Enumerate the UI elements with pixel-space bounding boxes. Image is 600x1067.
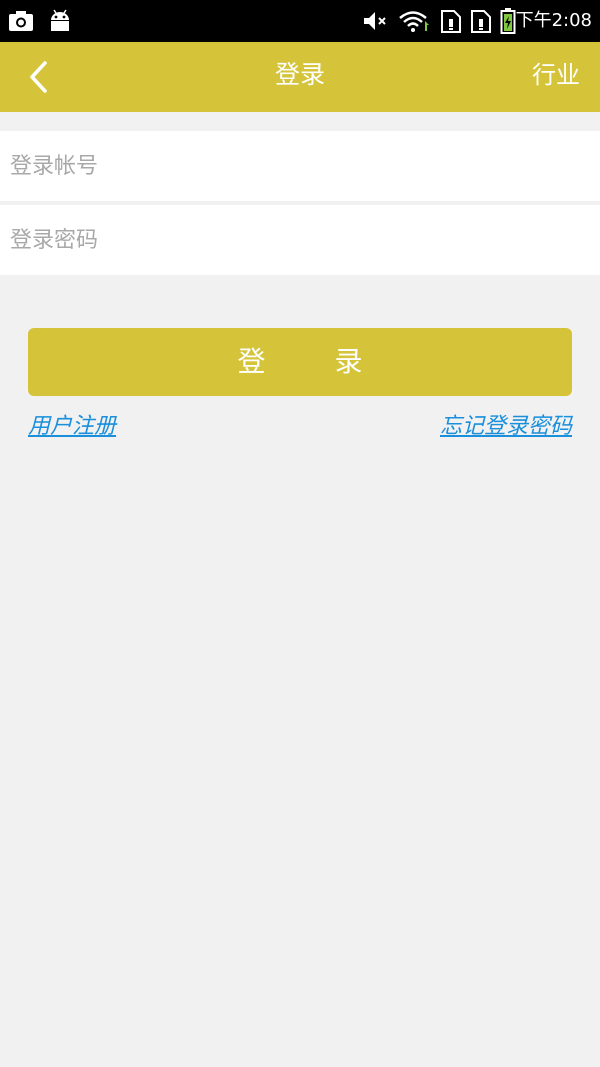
account-row <box>0 131 600 201</box>
status-bar: 下午2:08 <box>0 0 600 42</box>
account-input[interactable] <box>0 131 600 201</box>
back-button[interactable] <box>14 52 64 102</box>
login-button[interactable]: 登 录 <box>28 328 572 396</box>
screenshot-icon <box>8 0 34 42</box>
forgot-password-link[interactable]: 忘记登录密码 <box>440 410 572 444</box>
sim2-icon <box>470 0 492 42</box>
industry-button[interactable]: 行业 <box>532 42 580 112</box>
register-link[interactable]: 用户注册 <box>28 410 116 444</box>
password-row <box>0 205 600 275</box>
chevron-left-icon <box>30 61 47 93</box>
battery-icon <box>500 0 516 42</box>
mute-icon <box>362 0 390 42</box>
login-form <box>0 131 600 275</box>
wifi-icon <box>398 0 432 42</box>
password-input[interactable] <box>0 205 600 275</box>
app-bar: 登录 行业 <box>0 42 600 112</box>
page-title: 登录 <box>274 60 325 89</box>
sim1-icon <box>440 0 462 42</box>
android-icon <box>48 0 72 42</box>
status-time: 下午2:08 <box>515 10 592 31</box>
